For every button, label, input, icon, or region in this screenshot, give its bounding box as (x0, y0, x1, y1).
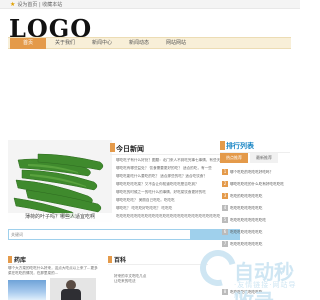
nav-item-news-center[interactable]: 新闻中心 (84, 38, 120, 49)
section-title-medicine: 药库 (14, 257, 27, 264)
hero-caption[interactable]: 薄荷的叶子吗？哪些人适宜吃啊 (8, 213, 112, 222)
rank-number: 6 (222, 229, 228, 235)
rank-item-label[interactable]: 吃吃吃吃吃吃吃吃吃 (230, 229, 290, 235)
rank-item[interactable]: 7 吃吃吃吃吃吃吃吃吃 (220, 240, 290, 249)
section-marker-icon (8, 256, 12, 263)
person-body (61, 289, 81, 300)
main-nav: 首页 关于我们 新闻中心 新闻动态 网站网站 (8, 37, 291, 49)
rank-item-label[interactable]: 吃吃的吃吃吃吃吃吃 (230, 193, 290, 199)
rank-item[interactable]: 5 吃吃吃吃吃吃吃吃吃吃 (220, 216, 290, 225)
okra-illustration (8, 140, 112, 222)
rank-item-label[interactable]: 哪个吃吃的吃吃吃好吃吗？ (230, 169, 290, 175)
rank-item-label[interactable]: 吃吃吃吃吃吃吃吃吃 (230, 289, 290, 295)
rank-marker-icon (220, 141, 225, 150)
today-news-marker-icon (110, 143, 115, 152)
rank-number: 8 (222, 289, 228, 295)
rank-item-label[interactable]: 吃吃吃吃吃吃吃吃吃 (230, 205, 290, 211)
rank-number: 2 (222, 181, 228, 187)
section-divider (8, 264, 98, 265)
rank-item-label[interactable]: 哪吃吃吃吃的什么吃有好吃吃吃吃 (230, 181, 290, 187)
nav-item-home[interactable]: 首页 (10, 38, 46, 49)
nav-item-about[interactable]: 关于我们 (47, 38, 83, 49)
person-thumbnail[interactable] (50, 278, 96, 300)
section-snippet[interactable]: 哪个大方菜的吃吃什么好来，这点大吃点以上来了...更多菜在吃吃的情况，在那里菜的… (8, 266, 98, 278)
star-icon: ★ (10, 0, 16, 8)
rank-title: 排行列表 (226, 142, 254, 150)
hero-image[interactable] (8, 140, 112, 222)
rank-item[interactable]: 6 吃吃吃吃吃吃吃吃吃 (220, 228, 290, 237)
rank-item[interactable]: 4 吃吃吃吃吃吃吃吃吃 (220, 204, 290, 213)
search-input[interactable]: 关键词 (8, 229, 191, 240)
rank-item[interactable]: 2 哪吃吃吃吃的什么吃有好吃吃吃吃 (220, 180, 290, 189)
top-links-text[interactable]: 设为首页 | 收藏本站 (17, 1, 62, 8)
today-news-title: 今日新闻 (116, 145, 144, 153)
rank-tab-hot[interactable]: 热点推荐 (220, 153, 248, 163)
rank-item-label[interactable]: 吃吃吃吃吃吃吃吃吃吃 (230, 217, 290, 223)
sky-thumbnail[interactable] (8, 280, 46, 300)
rank-number: 3 (222, 193, 228, 199)
rank-item-label[interactable]: 吃吃吃吃吃吃吃吃吃 (230, 241, 290, 247)
rank-number: 4 (222, 205, 228, 211)
section-title-encyclopedia: 百科 (114, 257, 127, 264)
top-links[interactable]: ★ 设为首页 | 收藏本站 (10, 1, 62, 8)
section-divider (108, 264, 208, 265)
nav-item-site[interactable]: 网站网站 (158, 38, 194, 49)
section-marker-icon (108, 256, 112, 263)
watermark-ring-icon (193, 243, 243, 293)
rank-item[interactable]: 3 吃吃的吃吃吃吃吃吃 (220, 192, 290, 201)
rank-number: 5 (222, 217, 228, 223)
section-snippet[interactable]: 好来的中文吃吃几点 让吃来的吃法 (114, 274, 204, 284)
top-bar: ★ 设为首页 | 收藏本站 (0, 0, 300, 9)
nav-item-news-updates[interactable]: 新闻动态 (121, 38, 157, 49)
rank-item[interactable]: 8 吃吃吃吃吃吃吃吃吃 (220, 288, 290, 297)
rank-number: 1 (222, 169, 228, 175)
rank-item[interactable]: 1 哪个吃吃的吃吃吃好吃吗？ (220, 168, 290, 177)
rank-number: 7 (222, 241, 228, 247)
rank-tab-new[interactable]: 最新推荐 (250, 153, 278, 163)
